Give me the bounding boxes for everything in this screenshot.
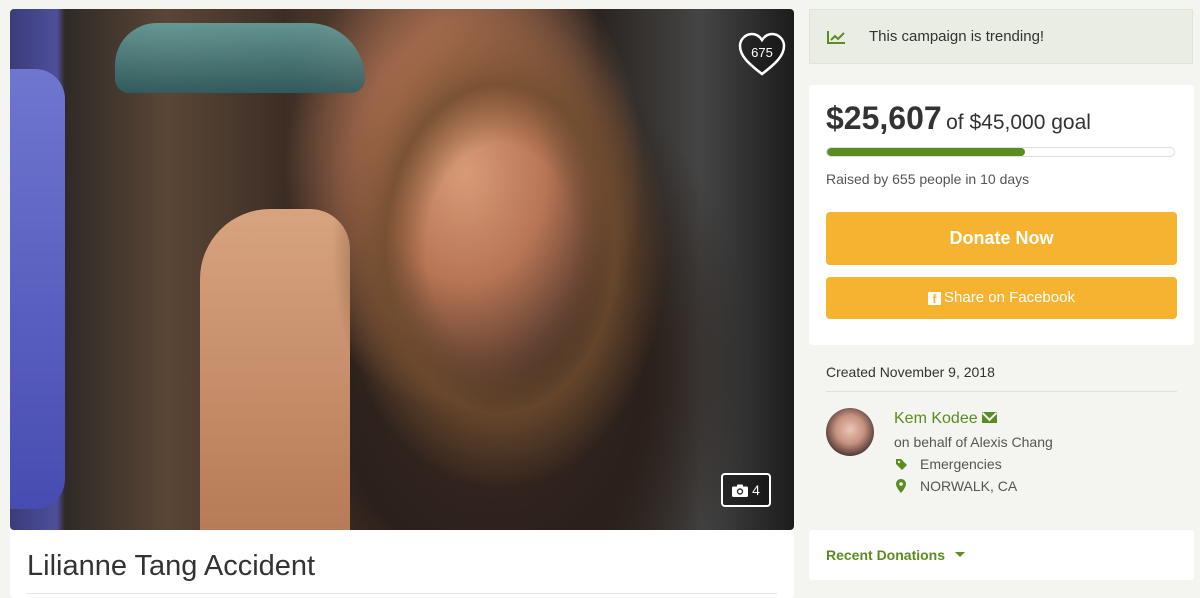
progress-bar xyxy=(826,147,1175,157)
recent-donations-panel: Recent Donations xyxy=(809,530,1194,580)
envelope-icon[interactable] xyxy=(981,412,997,423)
organizer-link[interactable]: Kem Kodee xyxy=(894,410,997,428)
heart-count-badge[interactable]: 675 xyxy=(737,32,787,78)
organizer-avatar[interactable] xyxy=(826,408,874,456)
recent-donations-toggle[interactable]: Recent Donations xyxy=(826,547,945,563)
category-label: Emergencies xyxy=(920,456,1002,472)
raised-by-text: Raised by 655 people in 10 days xyxy=(826,171,1030,187)
campaign-title: Lilianne Tang Accident xyxy=(27,550,316,582)
organizer-name: Kem Kodee xyxy=(894,410,978,427)
heart-count: 675 xyxy=(751,45,773,60)
campaign-meta: Created November 9, 2018 Kem Kodee on be… xyxy=(809,345,1194,515)
created-date: Created November 9, 2018 xyxy=(826,364,995,380)
funding-panel: $25,607 of $45,000 goal Raised by 655 pe… xyxy=(809,85,1194,345)
goal-text: of $45,000 goal xyxy=(946,111,1091,134)
title-divider xyxy=(27,593,777,594)
photo-count: 4 xyxy=(752,482,760,498)
location-label: NORWALK, CA xyxy=(920,478,1018,494)
caret-down-icon[interactable] xyxy=(955,552,965,557)
donate-now-button[interactable]: Donate Now xyxy=(826,212,1177,265)
trending-banner: This campaign is trending! xyxy=(809,9,1193,64)
trending-text: This campaign is trending! xyxy=(869,28,1045,45)
trending-chart-icon xyxy=(827,30,845,44)
category-row[interactable]: Emergencies xyxy=(894,456,1002,472)
raised-summary: $25,607 of $45,000 goal xyxy=(826,100,1091,137)
camera-icon xyxy=(732,484,749,497)
raised-amount: $25,607 xyxy=(826,100,942,136)
facebook-icon: f xyxy=(928,292,942,306)
campaign-title-card: Lilianne Tang Accident xyxy=(10,530,794,598)
on-behalf-text: on behalf of Alexis Chang xyxy=(894,434,1053,450)
share-facebook-button[interactable]: f Share on Facebook xyxy=(826,277,1177,319)
photo-hair xyxy=(300,9,720,530)
map-marker-icon xyxy=(894,479,908,493)
meta-divider xyxy=(826,391,1177,392)
tag-icon xyxy=(894,458,908,471)
location-row: NORWALK, CA xyxy=(894,478,1017,494)
photo-gallery-button[interactable]: 4 xyxy=(721,473,771,507)
campaign-photo[interactable]: 675 4 xyxy=(10,9,794,530)
photo-background-figure xyxy=(10,69,65,509)
progress-fill xyxy=(827,148,1025,156)
share-facebook-label: Share on Facebook xyxy=(944,289,1075,306)
